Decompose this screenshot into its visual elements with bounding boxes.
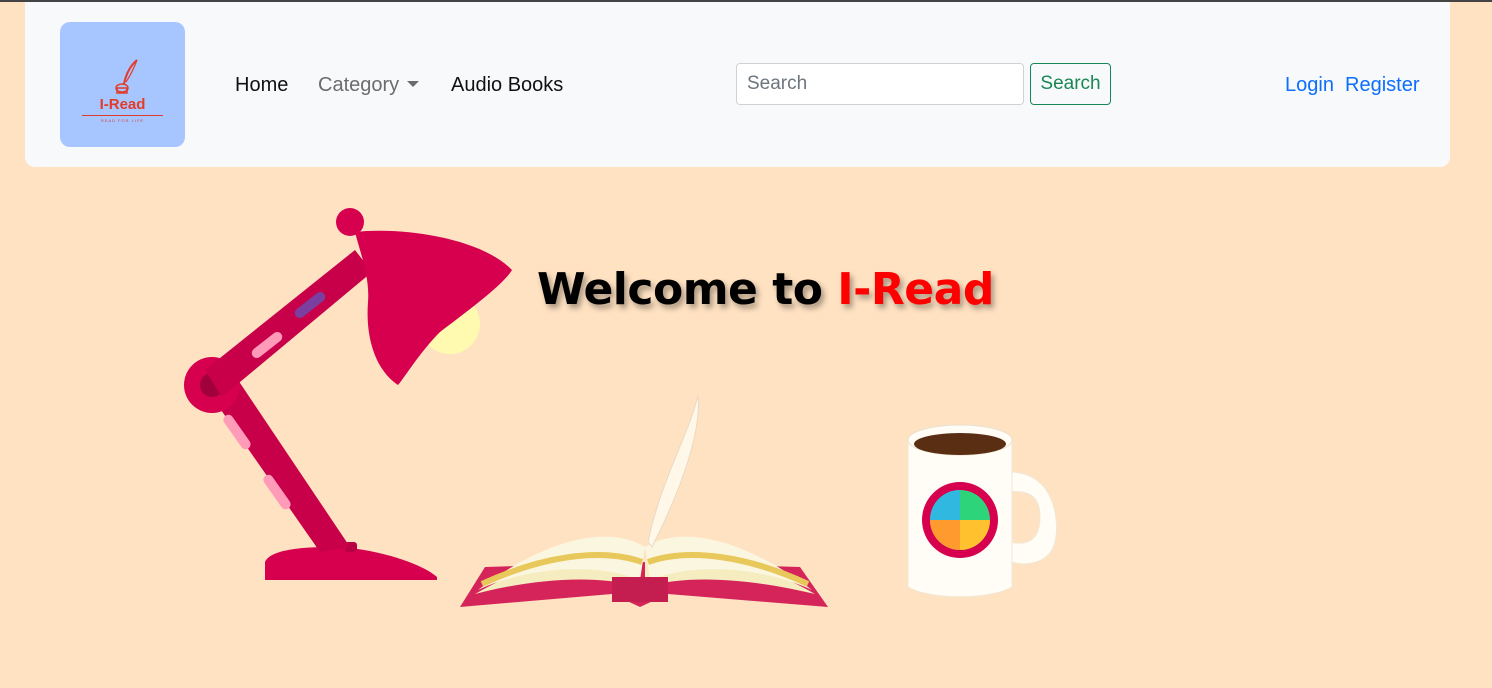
hero-illustration (184, 208, 1058, 607)
desk-lamp-icon (184, 208, 512, 580)
open-book-icon (460, 394, 828, 607)
coffee-mug-icon (907, 424, 1058, 598)
